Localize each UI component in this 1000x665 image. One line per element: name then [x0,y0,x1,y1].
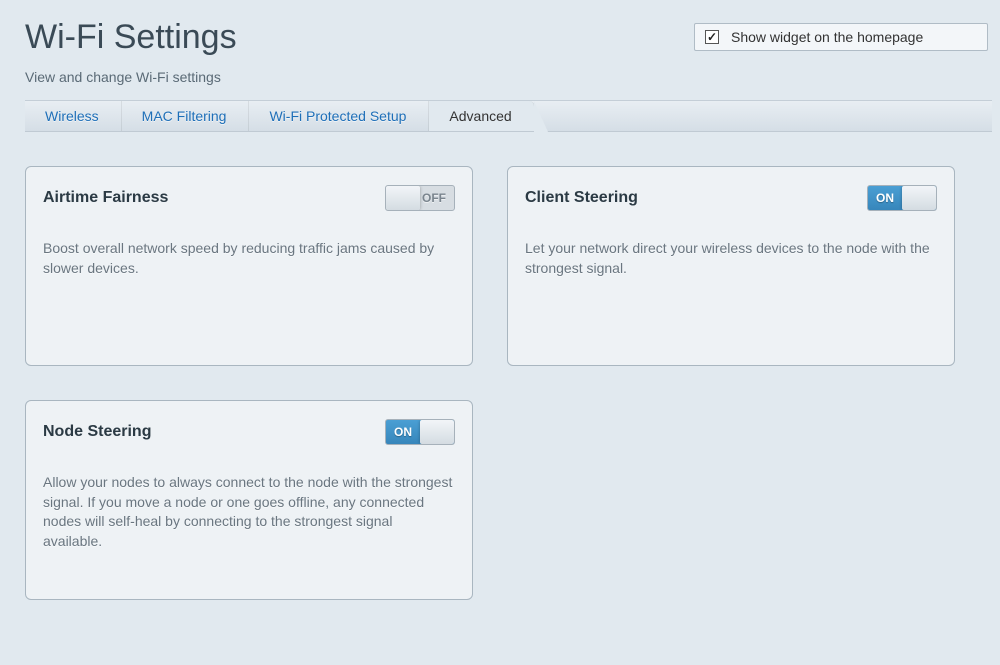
card-title: Client Steering [525,189,638,207]
tab-mac-filtering[interactable]: MAC Filtering [122,101,250,131]
card-header: Airtime Fairness OFF [43,185,455,211]
card-header: Node Steering ON [43,419,455,445]
card-description: Boost overall network speed by reducing … [43,239,455,278]
toggle-node-steering[interactable]: ON [385,419,455,445]
toggle-label-off: OFF [422,191,446,205]
toggle-handle [902,186,936,210]
checkbox-icon: ✓ [705,30,719,44]
show-widget-checkbox[interactable]: ✓ Show widget on the homepage [694,23,988,51]
tabs-row: Wireless MAC Filtering Wi-Fi Protected S… [25,100,992,132]
card-client-steering: Client Steering ON Let your network dire… [507,166,955,366]
card-description: Let your network direct your wireless de… [525,239,937,278]
card-node-steering: Node Steering ON Allow your nodes to alw… [25,400,473,600]
toggle-handle [386,186,420,210]
toggle-label-on: ON [394,425,412,439]
card-airtime-fairness: Airtime Fairness OFF Boost overall netwo… [25,166,473,366]
card-header: Client Steering ON [525,185,937,211]
header-left: Wi-Fi Settings View and change Wi-Fi set… [25,18,694,85]
tab-label: Advanced [449,108,511,124]
card-title: Airtime Fairness [43,189,168,207]
tab-advanced[interactable]: Advanced [429,101,534,131]
toggle-handle [420,420,454,444]
tab-wifi-protected-setup[interactable]: Wi-Fi Protected Setup [249,101,429,131]
page-header: Wi-Fi Settings View and change Wi-Fi set… [0,0,1000,100]
card-description: Allow your nodes to always connect to th… [43,473,455,551]
toggle-label-on: ON [876,191,894,205]
toggle-airtime-fairness[interactable]: OFF [385,185,455,211]
page-subtitle: View and change Wi-Fi settings [25,69,694,85]
tab-label: MAC Filtering [142,108,227,124]
page-title: Wi-Fi Settings [25,18,694,57]
tab-label: Wi-Fi Protected Setup [269,108,406,124]
checkbox-label: Show widget on the homepage [731,29,923,45]
cards-area: Airtime Fairness OFF Boost overall netwo… [0,132,1000,620]
tab-wireless[interactable]: Wireless [25,101,122,131]
card-title: Node Steering [43,423,151,441]
toggle-client-steering[interactable]: ON [867,185,937,211]
tab-label: Wireless [45,108,99,124]
